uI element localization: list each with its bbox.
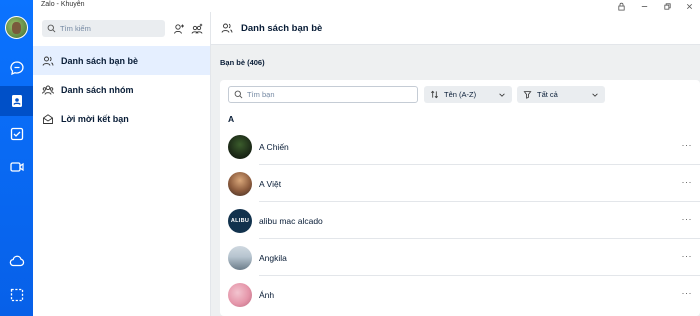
friend-row[interactable]: Angkila ··· <box>220 239 700 276</box>
menu-friend-requests[interactable]: Lời mời kết bạn <box>33 104 210 133</box>
friend-search-box[interactable] <box>228 86 418 103</box>
contacts-icon <box>11 95 22 107</box>
menu-group-list[interactable]: Danh sách nhóm <box>33 75 210 104</box>
friend-list-panel: Danh sách bạn bè Bạn bè (406) Tên (A-Z) … <box>211 12 700 316</box>
group-icon <box>42 85 54 95</box>
sort-dropdown[interactable]: Tên (A-Z) <box>424 86 512 103</box>
friend-avatar <box>228 135 252 159</box>
video-tab[interactable] <box>0 152 33 182</box>
chevron-down-icon <box>499 93 505 97</box>
more-options-button[interactable]: ··· <box>682 251 693 261</box>
lock-button[interactable] <box>610 0 632 12</box>
contacts-sidebar: Danh sách bạn bè Danh sách nhóm Lời mời … <box>33 12 211 316</box>
menu-group-list-label: Danh sách nhóm <box>61 84 134 95</box>
chevron-down-icon <box>592 93 598 97</box>
friend-name: Angkila <box>259 253 287 263</box>
create-group-button[interactable] <box>188 20 206 37</box>
friend-row[interactable]: A Chiến ··· <box>220 128 700 165</box>
menu-friend-list[interactable]: Danh sách bạn bè <box>33 46 210 75</box>
checkbox-icon <box>10 127 23 141</box>
friend-avatar <box>228 246 252 270</box>
search-box[interactable] <box>42 20 165 37</box>
messages-tab[interactable] <box>0 53 33 83</box>
menu-friend-requests-label: Lời mời kết bạn <box>61 113 129 124</box>
friend-avatar <box>228 283 252 307</box>
more-options-button[interactable]: ··· <box>682 214 693 224</box>
friend-avatar <box>228 172 252 196</box>
nav-rail <box>0 0 33 316</box>
close-icon <box>686 3 692 9</box>
contacts-tab[interactable] <box>0 86 33 116</box>
envelope-icon <box>43 113 53 124</box>
video-icon <box>9 162 24 172</box>
cloud-icon <box>9 255 24 267</box>
friend-name: alibu mac alcado <box>259 216 323 226</box>
friend-search-input[interactable] <box>247 90 407 99</box>
title-bar: Zalo - Khuyên <box>33 0 700 12</box>
sort-icon <box>431 90 438 99</box>
filter-icon <box>523 91 532 99</box>
close-button[interactable] <box>678 0 700 12</box>
minimize-button[interactable] <box>633 0 655 12</box>
add-friend-button[interactable] <box>170 20 188 37</box>
friend-name: A Chiến <box>259 142 289 152</box>
more-options-button[interactable]: ··· <box>682 140 693 150</box>
app-title: Zalo - Khuyên <box>41 1 85 8</box>
restore-icon <box>663 2 671 10</box>
more-options-button[interactable]: ··· <box>682 177 693 187</box>
friend-row[interactable]: Ánh ··· <box>220 276 700 313</box>
cloud-tab[interactable] <box>0 246 33 276</box>
screenshot-icon <box>10 288 23 302</box>
friend-count: Bạn bè (406) <box>220 58 265 67</box>
search-icon <box>234 90 243 99</box>
friends-icon <box>221 23 233 33</box>
friends-icon <box>42 56 54 66</box>
friend-avatar: ALIBU <box>228 209 252 233</box>
lock-icon <box>617 2 625 11</box>
filter-label: Tất cả <box>537 90 558 99</box>
minimize-icon <box>641 5 647 7</box>
friend-row[interactable]: ALIBU alibu mac alcado ··· <box>220 202 700 239</box>
section-letter: A <box>228 114 235 124</box>
panel-header: Danh sách bạn bè <box>211 12 700 45</box>
sort-label: Tên (A-Z) <box>444 90 477 99</box>
friend-list-card: Tên (A-Z) Tất cả A A Chiến ··· A Việt ··… <box>220 80 700 316</box>
friend-name: A Việt <box>259 179 282 189</box>
friend-name: Ánh <box>259 290 275 300</box>
filter-dropdown[interactable]: Tất cả <box>517 86 605 103</box>
screenshot-tab[interactable] <box>0 280 33 310</box>
create-group-icon <box>191 23 203 34</box>
add-friend-icon <box>174 23 184 34</box>
more-options-button[interactable]: ··· <box>682 288 693 298</box>
todo-tab[interactable] <box>0 119 33 149</box>
user-avatar[interactable] <box>5 16 28 39</box>
search-icon <box>47 24 56 33</box>
chat-icon <box>9 61 24 76</box>
friend-row[interactable]: A Việt ··· <box>220 165 700 202</box>
search-input[interactable] <box>60 24 160 33</box>
page-title: Danh sách bạn bè <box>241 22 323 34</box>
menu-friend-list-label: Danh sách bạn bè <box>61 55 139 66</box>
restore-button[interactable] <box>656 0 678 12</box>
